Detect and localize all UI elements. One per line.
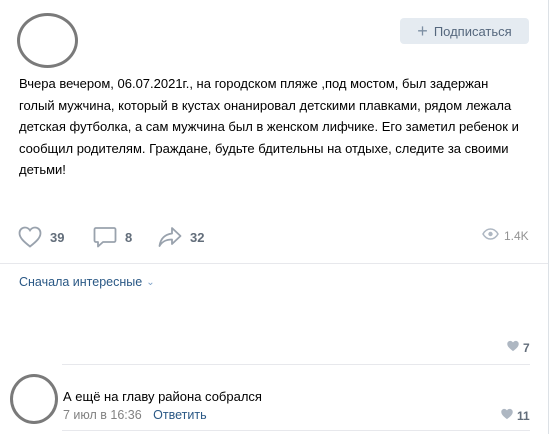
like-count: 39	[50, 229, 65, 245]
comment-author-avatar[interactable]	[10, 374, 58, 424]
post-author-avatar[interactable]	[17, 13, 78, 68]
chevron-down-icon: ⌄	[146, 277, 155, 288]
comment-button[interactable]: 8	[93, 224, 132, 250]
share-icon	[158, 226, 182, 248]
plus-icon: +	[417, 21, 428, 41]
comment-bottom-separator	[62, 430, 530, 431]
previous-comment-like-button[interactable]: 7	[506, 340, 530, 355]
actions-divider	[0, 263, 548, 264]
comment-text: А ещё на главу района собрался	[63, 389, 262, 404]
views-count: 1.4K	[504, 228, 529, 243]
subscribe-button[interactable]: + Подписаться	[400, 18, 529, 44]
comment-meta: 7 июл в 16:36 Ответить	[63, 408, 207, 422]
comment-count: 8	[125, 229, 133, 245]
sort-label: Сначала интересные	[19, 275, 143, 289]
comment-like-button[interactable]: 11	[500, 408, 530, 423]
share-button[interactable]: 32	[158, 224, 204, 250]
subscribe-label: Подписаться	[433, 23, 512, 39]
comments-sort-dropdown[interactable]: Сначала интересные ⌄	[19, 275, 155, 289]
comment-like-count: 11	[517, 408, 530, 423]
reply-link[interactable]: Ответить	[153, 408, 206, 422]
heart-icon	[506, 340, 520, 355]
like-button[interactable]: 39	[18, 224, 64, 250]
previous-comment-like-count: 7	[523, 340, 530, 355]
post-text: Вчера вечером, 06.07.2021г., на городско…	[19, 76, 519, 177]
share-count: 32	[190, 229, 205, 245]
views-counter: 1.4K	[482, 228, 529, 243]
comment-icon	[93, 226, 117, 248]
heart-icon	[500, 408, 514, 423]
comment-date[interactable]: 7 июл в 16:36	[63, 408, 142, 422]
post-card: + Подписаться Вчера вечером, 06.07.2021г…	[0, 0, 549, 434]
heart-icon	[18, 226, 42, 248]
comment-separator	[62, 364, 530, 365]
eye-icon	[482, 228, 499, 243]
